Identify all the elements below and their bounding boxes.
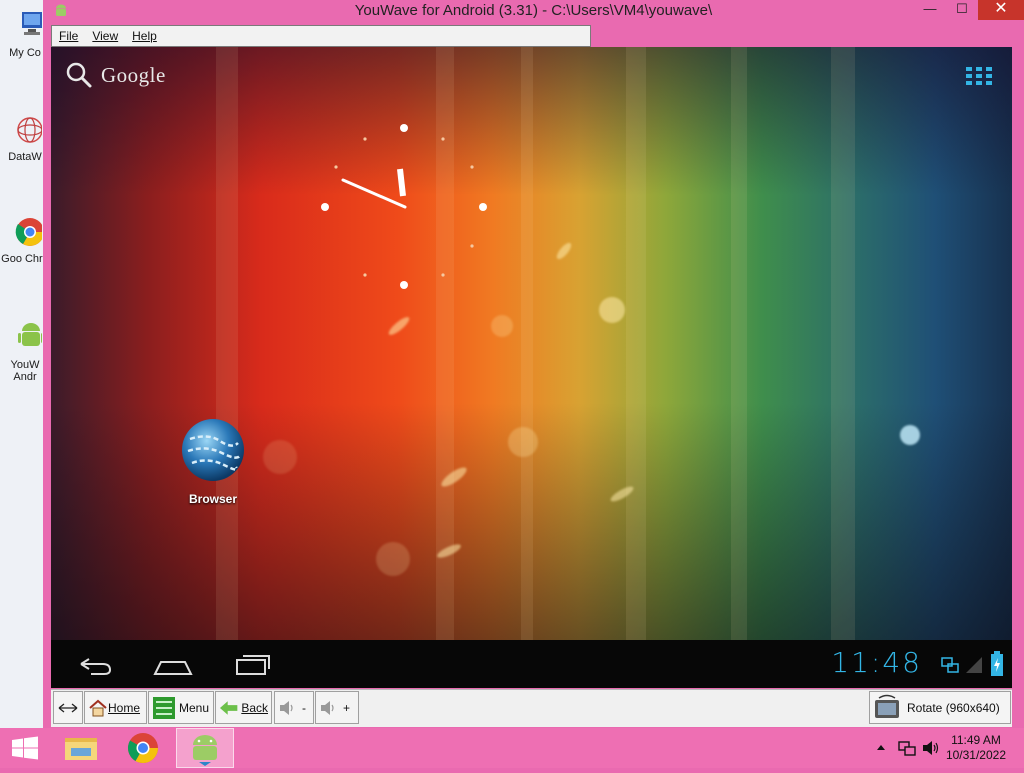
android-recent-apps-icon[interactable] [231, 648, 275, 680]
android-back-icon[interactable] [73, 648, 117, 680]
battery-charging-icon [991, 651, 1003, 676]
menu-bar: File View Help [51, 25, 591, 47]
toggle-sidebar-button[interactable] [53, 691, 83, 724]
light-streak [521, 47, 533, 640]
title-bar[interactable]: YouWave for Android (3.31) - C:\Users\VM… [43, 0, 1024, 24]
android-navigation-bar: 11:48 [51, 640, 1012, 688]
rotate-device-icon [875, 694, 899, 718]
show-hidden-icons-icon[interactable] [876, 740, 886, 754]
light-streak [731, 47, 747, 640]
rotate-button[interactable]: Rotate (960x640) [869, 691, 1011, 724]
bokeh-light [554, 240, 574, 262]
rotate-button-label: Rotate (960x640) [907, 700, 1000, 715]
volume-up-button[interactable]: + [315, 691, 359, 724]
bokeh-light [599, 297, 625, 323]
menu-button[interactable]: Menu [148, 691, 214, 724]
taskbar-date: 10/31/2022 [945, 748, 1006, 762]
home-icon [89, 699, 107, 716]
menu-button-label: Menu [179, 700, 210, 715]
google-search-bar[interactable]: Google [65, 61, 166, 89]
android-status-time: 11:48 [831, 646, 922, 679]
analog-clock-widget[interactable] [319, 119, 489, 289]
light-streak [626, 47, 646, 640]
windows-logo-icon [12, 736, 38, 760]
network-icon[interactable] [898, 740, 916, 756]
menu-file[interactable]: File [52, 29, 85, 43]
menu-icon [153, 696, 175, 719]
back-button-label: Back [241, 700, 268, 715]
close-button[interactable]: ✕ [978, 0, 1024, 20]
bokeh-light [376, 542, 410, 576]
home-button-label: Home [108, 700, 141, 715]
maximize-button[interactable]: ☐ [946, 0, 978, 20]
speaker-icon [280, 700, 293, 715]
volume-up-label: + [343, 700, 351, 715]
bokeh-light [900, 425, 920, 445]
youwave-window: YouWave for Android (3.31) - C:\Users\VM… [43, 0, 1024, 728]
bokeh-light [263, 440, 297, 474]
light-streak [216, 47, 238, 640]
bokeh-light [491, 315, 513, 337]
signal-icon [966, 657, 982, 673]
taskbar-clock[interactable]: 11:49 AM 10/31/2022 [946, 733, 1006, 763]
back-button[interactable]: Back [215, 691, 272, 724]
youwave-toolbar: Home Menu Back - + Rotate (960x640) [51, 689, 1012, 727]
window-title: YouWave for Android (3.31) - C:\Users\VM… [354, 2, 713, 19]
folder-icon [65, 738, 97, 760]
home-button[interactable]: Home [84, 691, 147, 724]
volume-down-button[interactable]: - [274, 691, 314, 724]
network-status-icon [941, 657, 959, 673]
search-icon [66, 62, 92, 88]
windows-taskbar: 11:49 AM 10/31/2022 [0, 728, 1024, 768]
chrome-icon [127, 733, 158, 764]
chrome-icon [15, 218, 44, 246]
android-screen[interactable]: Google Browser 11:48 [51, 47, 1012, 688]
light-streak [831, 47, 855, 640]
taskbar-youwave[interactable] [176, 728, 234, 768]
volume-down-label: - [302, 700, 306, 715]
bokeh-light [508, 427, 538, 457]
volume-icon[interactable] [922, 740, 940, 756]
datawave-icon [17, 117, 43, 143]
clock-minute-hand [341, 178, 407, 209]
wallpaper [51, 47, 1012, 640]
android-icon [18, 323, 44, 346]
menu-view[interactable]: View [85, 29, 125, 43]
menu-help[interactable]: Help [125, 29, 164, 43]
back-arrow-icon [219, 700, 238, 715]
minimize-button[interactable]: — [914, 0, 946, 20]
browser-globe-icon [182, 419, 244, 481]
start-button[interactable] [0, 728, 50, 768]
taskbar-time: 11:49 AM [951, 733, 1001, 747]
android-home-icon[interactable] [151, 648, 195, 680]
taskbar-file-explorer[interactable] [56, 728, 106, 768]
bokeh-light [386, 314, 412, 338]
android-icon [193, 735, 217, 766]
window-controls: — ☐ ✕ [914, 0, 1024, 20]
computer-icon [22, 12, 42, 35]
browser-app-icon[interactable]: Browser [178, 417, 248, 506]
clock-hour-hand [397, 168, 406, 197]
all-apps-icon[interactable] [966, 67, 994, 85]
taskbar-chrome[interactable] [118, 728, 168, 768]
speaker-icon [321, 700, 334, 715]
double-arrow-icon [58, 702, 78, 713]
browser-label: Browser [188, 492, 238, 506]
google-search-label: Google [101, 62, 166, 87]
